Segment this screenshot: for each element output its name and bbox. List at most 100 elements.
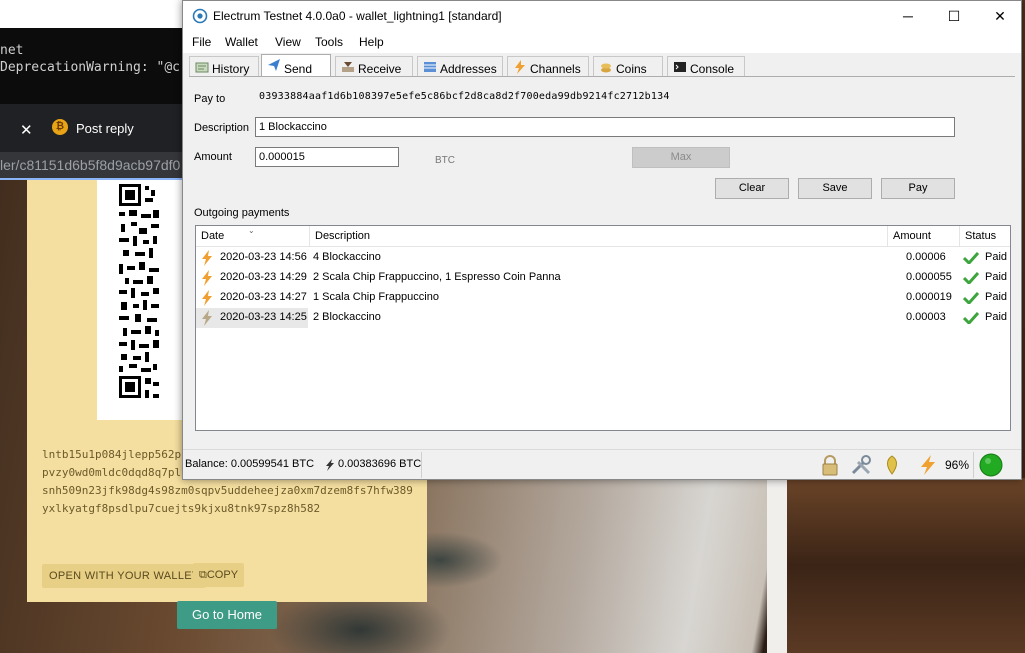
description-field[interactable]: 1 Blockaccino <box>255 117 955 137</box>
row-status: Paid <box>985 251 1008 263</box>
tab-receive[interactable]: Receive <box>335 56 413 77</box>
menubar: File Wallet View Tools Help <box>183 31 1021 53</box>
paid-check-icon <box>963 251 979 264</box>
preferences-tools-icon[interactable] <box>850 454 872 476</box>
seed-icon[interactable] <box>881 454 903 476</box>
amount-label: Amount <box>194 151 232 163</box>
row-status: Paid <box>985 271 1008 283</box>
copy-button[interactable]: ⧉COPY <box>193 563 245 587</box>
clear-button[interactable]: Clear <box>715 178 789 199</box>
column-header-amount[interactable]: Amount <box>888 226 960 247</box>
tab-history[interactable]: History <box>189 56 259 77</box>
tab-channels[interactable]: Channels <box>507 56 589 77</box>
column-header-description[interactable]: Description <box>310 226 888 247</box>
close-icon[interactable]: ✕ <box>20 121 33 139</box>
row-description: 1 Scala Chip Frappuccino <box>313 291 439 303</box>
lightning-icon <box>202 290 212 306</box>
row-description: 2 Scala Chip Frappuccino, 1 Espresso Coi… <box>313 271 561 283</box>
row-date: 2020-03-23 14:56 <box>220 251 307 263</box>
tab-send[interactable]: Send <box>261 54 331 77</box>
send-panel: Pay to 03933884aaf1d6b108397e5efe5c86bcf… <box>189 76 1015 446</box>
receive-icon <box>342 62 354 72</box>
amount-unit: BTC <box>435 155 455 166</box>
status-bar: Balance: 0.00599541 BTC 0.00383696 BTC 9… <box>183 449 1021 479</box>
column-header-date[interactable]: Date ⌄ <box>196 226 310 247</box>
terminal-line: DeprecationWarning: "@c <box>0 60 181 75</box>
history-icon <box>195 62 209 73</box>
addresses-icon <box>424 62 436 72</box>
table-row[interactable]: 2020-03-23 14:29 2 Scala Chip Frappuccin… <box>196 268 1010 288</box>
sync-percent: 96% <box>945 458 970 472</box>
table-row[interactable]: 2020-03-23 14:56 4 Blockaccino 0.00006 P… <box>196 248 1010 268</box>
row-date: 2020-03-23 14:27 <box>220 291 307 303</box>
tab-console[interactable]: Console <box>667 56 745 77</box>
row-status: Paid <box>985 291 1008 303</box>
send-icon <box>268 59 280 71</box>
status-separator <box>421 452 422 478</box>
sort-arrow-icon: ⌄ <box>248 226 255 235</box>
paid-check-icon <box>963 291 979 304</box>
lightning-icon <box>202 310 212 326</box>
outgoing-payments-table: Date ⌄ Description Amount Status 2020-03-… <box>195 225 1011 431</box>
browser-tab-title[interactable]: Post reply <box>76 121 134 136</box>
column-header-status[interactable]: Status <box>960 226 1010 247</box>
background-right <box>787 478 1025 653</box>
paid-check-icon <box>963 271 979 284</box>
pay-to-field[interactable]: 03933884aaf1d6b108397e5efe5c86bcf2d8ca8d… <box>259 91 670 102</box>
table-row[interactable]: 2020-03-23 14:25 2 Blockaccino 0.00003 P… <box>196 308 1010 328</box>
terminal-window: net DeprecationWarning: "@c <box>0 28 190 104</box>
description-label: Description <box>194 122 250 134</box>
row-date: 2020-03-23 14:29 <box>220 271 307 283</box>
qr-code-graphic <box>119 184 159 416</box>
window-title: Electrum Testnet 4.0.0a0 - wallet_lightn… <box>213 9 502 23</box>
close-window-button[interactable]: ✕ <box>977 5 1023 27</box>
menu-view[interactable]: View <box>275 35 301 49</box>
go-to-home-button[interactable]: Go to Home <box>177 601 277 629</box>
save-button[interactable]: Save <box>798 178 872 199</box>
pay-to-label: Pay to <box>194 93 226 105</box>
menu-tools[interactable]: Tools <box>315 35 343 49</box>
lightning-balance-text: 0.00383696 BTC <box>338 458 422 470</box>
row-description: 2 Blockaccino <box>313 311 381 323</box>
tab-addresses[interactable]: Addresses <box>417 56 503 77</box>
menu-file[interactable]: File <box>192 35 211 49</box>
amount-field[interactable]: 0.000015 BTC <box>255 147 455 167</box>
menu-wallet[interactable]: Wallet <box>225 35 258 49</box>
row-status: Paid <box>985 311 1008 323</box>
max-button[interactable]: Max <box>632 147 730 168</box>
console-icon <box>674 62 686 72</box>
address-bar[interactable]: ler/c81151d6b5f8d9acb97df0 <box>0 152 190 180</box>
row-date: 2020-03-23 14:25 <box>220 311 307 323</box>
background-stripe <box>767 478 787 653</box>
terminal-line: net <box>0 43 24 58</box>
maximize-button[interactable]: ☐ <box>931 5 977 27</box>
menu-help[interactable]: Help <box>359 35 384 49</box>
lightning-small-icon <box>326 459 334 471</box>
lightning-icon <box>202 270 212 286</box>
status-separator <box>973 452 974 478</box>
amount-value: 0.000015 <box>259 151 305 163</box>
lightning-icon <box>202 250 212 266</box>
lightning-network-icon[interactable] <box>917 454 939 476</box>
lock-icon[interactable] <box>819 454 841 476</box>
column-header-date-label: Date <box>201 230 225 242</box>
copy-icon: ⧉ <box>199 569 207 581</box>
browser-tabbar: ✕ ₿ Post reply <box>0 104 190 152</box>
copy-button-label: COPY <box>206 569 239 581</box>
row-amount: 0.000055 <box>906 271 952 283</box>
minimize-button[interactable]: ─ <box>885 5 931 27</box>
row-description: 4 Blockaccino <box>313 251 381 263</box>
tab-coins[interactable]: Coins <box>593 56 663 77</box>
network-status-icon[interactable] <box>979 453 1003 477</box>
balance-text: Balance: 0.00599541 BTC <box>185 458 315 470</box>
window-titlebar: Electrum Testnet 4.0.0a0 - wallet_lightn… <box>183 1 1021 31</box>
bitcoin-icon: ₿ <box>52 119 68 135</box>
pay-button[interactable]: Pay <box>881 178 955 199</box>
table-row[interactable]: 2020-03-23 14:27 1 Scala Chip Frappuccin… <box>196 288 1010 308</box>
outgoing-payments-title: Outgoing payments <box>194 207 290 219</box>
terminal-top-strip <box>0 0 190 28</box>
electrum-window: Electrum Testnet 4.0.0a0 - wallet_lightn… <box>182 0 1022 480</box>
row-amount: 0.00003 <box>906 311 946 323</box>
open-with-wallet-button[interactable]: OPEN WITH YOUR WALLET <box>42 564 206 588</box>
electrum-logo-icon <box>192 8 208 24</box>
